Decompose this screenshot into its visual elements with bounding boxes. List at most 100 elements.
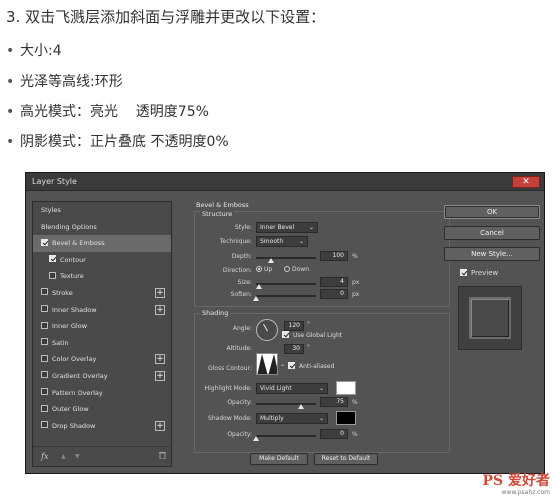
make-default-button[interactable]: Make Default	[250, 453, 308, 465]
checkbox-unchecked[interactable]	[41, 421, 48, 429]
shadow-mode-dropdown[interactable]: Multiply ⌄	[256, 413, 328, 424]
style-item-stroke[interactable]: Stroke +	[33, 285, 171, 302]
preview-swatch	[469, 297, 511, 339]
checkbox-checked[interactable]	[49, 255, 56, 263]
style-item-color-overlay[interactable]: Color Overlay +	[33, 351, 171, 368]
style-item-label: Drop Shadow	[52, 421, 96, 430]
style-item-drop-shadow[interactable]: Drop Shadow +	[33, 418, 171, 435]
instruction-bullet: • 阴影模式：正片叠底 不透明度0%	[6, 134, 229, 150]
shadow-opacity-unit: %	[352, 431, 358, 438]
checkbox-checked[interactable]	[41, 238, 48, 246]
style-item-texture[interactable]: Texture	[33, 268, 171, 285]
depth-unit: %	[352, 253, 358, 260]
depth-slider[interactable]	[256, 257, 316, 263]
reset-to-default-button[interactable]: Reset to Default	[314, 453, 378, 465]
slider-thumb[interactable]	[253, 296, 259, 301]
style-item-label: Color Overlay	[52, 355, 97, 364]
preview-checkbox[interactable]: Preview	[460, 268, 498, 277]
checkbox-unchecked[interactable]	[41, 338, 48, 346]
checkbox-unchecked[interactable]	[49, 271, 56, 279]
radio-selected	[256, 265, 262, 272]
shadow-opacity-label: Opacity:	[227, 431, 252, 438]
style-item-styles[interactable]: Styles	[33, 202, 171, 219]
add-icon[interactable]: +	[155, 370, 165, 381]
soften-slider[interactable]	[253, 295, 316, 301]
highlight-color-swatch[interactable]	[336, 381, 356, 395]
technique-dropdown[interactable]: Smooth ⌄	[256, 236, 308, 247]
new-style-button[interactable]: New Style...	[444, 247, 540, 261]
checkbox-unchecked[interactable]	[41, 288, 48, 296]
style-item-gradient-overlay[interactable]: Gradient Overlay +	[33, 368, 171, 385]
altitude-input[interactable]: 30	[284, 344, 304, 354]
move-up-icon[interactable]: ▲	[61, 447, 66, 467]
style-item-label: Styles	[41, 206, 61, 214]
style-item-inner-glow[interactable]: Inner Glow	[33, 318, 171, 335]
depth-input[interactable]: 100	[320, 251, 348, 261]
style-item-bevel-emboss[interactable]: Bevel & Emboss	[33, 235, 171, 252]
size-unit: px	[352, 279, 360, 286]
add-icon[interactable]: +	[155, 304, 165, 315]
soften-unit: px	[352, 291, 360, 298]
size-slider[interactable]	[256, 283, 316, 289]
style-item-blending-options[interactable]: Blending Options	[33, 219, 171, 236]
highlight-mode-dropdown[interactable]: Vivid Light ⌄	[256, 383, 328, 394]
styles-footer: fx ▲ ▼	[33, 446, 171, 466]
checkbox-unchecked[interactable]	[41, 404, 48, 412]
checkbox-unchecked[interactable]	[41, 371, 48, 379]
style-item-inner-shadow[interactable]: Inner Shadow +	[33, 302, 171, 319]
style-item-satin[interactable]: Satin	[33, 335, 171, 352]
checkbox-unchecked[interactable]	[41, 388, 48, 396]
slider-thumb[interactable]	[298, 404, 304, 409]
global-light-checkbox[interactable]: Use Global Light	[282, 331, 342, 339]
cancel-button[interactable]: Cancel	[444, 226, 540, 240]
anti-aliased-checkbox[interactable]: Anti-aliased	[288, 362, 334, 370]
direction-up-radio[interactable]: Up	[256, 265, 272, 273]
settings-panel: Bevel & Emboss Structure Style: Inner Be…	[192, 201, 454, 467]
checkbox-unchecked[interactable]	[41, 321, 48, 329]
shading-heading: Shading	[200, 309, 231, 317]
gloss-contour-thumbnail[interactable]	[256, 353, 278, 375]
soften-input[interactable]: 0	[320, 289, 348, 299]
style-item-pattern-overlay[interactable]: Pattern Overlay	[33, 385, 171, 402]
style-label: Style:	[234, 224, 252, 231]
altitude-unit: °	[307, 344, 310, 351]
angle-unit: °	[307, 321, 310, 328]
ok-button[interactable]: OK	[444, 205, 540, 219]
add-icon[interactable]: +	[155, 287, 165, 298]
direction-down-radio[interactable]: Down	[284, 265, 309, 273]
slider-thumb[interactable]	[268, 258, 274, 263]
instruction-bullet: • 高光模式：亮光 透明度75%	[6, 104, 209, 120]
watermark-site: www.psahz.com	[501, 489, 550, 496]
style-item-outer-glow[interactable]: Outer Glow	[33, 401, 171, 418]
gloss-contour-label: Gloss Contour:	[207, 365, 252, 372]
trash-icon[interactable]	[159, 447, 166, 467]
style-preview	[458, 286, 522, 350]
angle-input[interactable]: 120	[284, 321, 304, 331]
close-button[interactable]: ✕	[512, 176, 540, 188]
shadow-opacity-slider[interactable]	[253, 435, 316, 441]
add-icon[interactable]: +	[155, 420, 165, 431]
shadow-opacity-input[interactable]: 0	[320, 429, 348, 439]
style-dropdown[interactable]: Inner Bevel ⌄	[256, 222, 318, 233]
slider-thumb[interactable]	[256, 284, 262, 289]
slider-thumb[interactable]	[253, 436, 259, 441]
style-item-contour[interactable]: Contour	[33, 252, 171, 269]
chevron-down-icon[interactable]: ⌄	[280, 361, 285, 368]
move-down-icon[interactable]: ▼	[75, 447, 80, 467]
style-item-label: Inner Glow	[52, 322, 88, 331]
shadow-color-swatch[interactable]	[336, 411, 356, 425]
add-icon[interactable]: +	[155, 354, 165, 365]
bullet-dot: •	[6, 74, 15, 90]
highlight-opacity-label: Opacity:	[227, 399, 252, 406]
highlight-opacity-input[interactable]: 75	[320, 397, 348, 407]
angle-dial[interactable]	[256, 319, 278, 341]
bullet-dot: •	[6, 134, 15, 150]
checkbox-unchecked[interactable]	[41, 305, 48, 313]
fx-button[interactable]: fx	[41, 447, 48, 467]
style-item-label: Bevel & Emboss	[52, 239, 105, 248]
title-bar: Layer Style ✕	[26, 173, 544, 191]
size-input[interactable]: 4	[320, 277, 348, 287]
checkbox-unchecked[interactable]	[41, 354, 48, 362]
shadow-mode-label: Shadow Mode:	[208, 415, 252, 422]
highlight-opacity-slider[interactable]	[256, 403, 316, 409]
